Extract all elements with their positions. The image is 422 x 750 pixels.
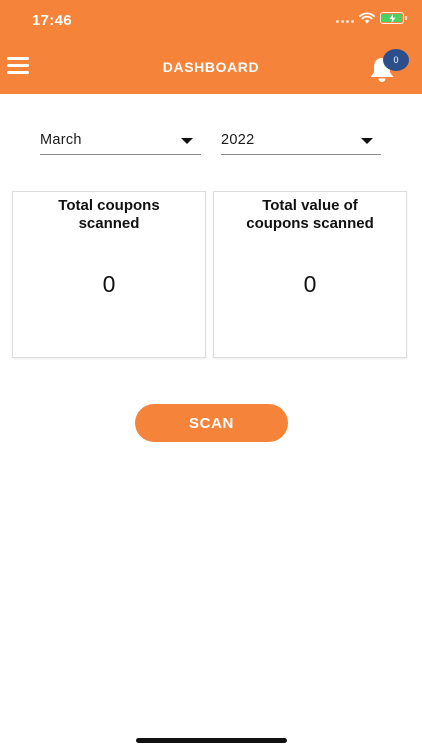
card-value: 0 (303, 271, 317, 297)
status-time: 17:46 (32, 12, 72, 29)
card-value: 0 (102, 271, 116, 297)
status-icons (336, 12, 407, 24)
year-select-value: 2022 (221, 132, 255, 148)
app-header: 17:46 DASHBOARD 0 (0, 0, 422, 94)
month-select-value: March (40, 132, 82, 148)
total-coupons-card: Total coupons scanned 0 (12, 191, 206, 358)
wifi-icon (359, 12, 375, 24)
chevron-down-icon (181, 138, 193, 144)
card-title: Total value of coupons scanned (246, 197, 374, 232)
card-title: Total coupons scanned (58, 197, 160, 232)
notification-badge[interactable]: 0 (383, 49, 409, 71)
scan-button[interactable]: SCAN (135, 404, 288, 442)
total-value-card: Total value of coupons scanned 0 (213, 191, 407, 358)
page-title: DASHBOARD (162, 59, 260, 75)
cellular-signal-icon (336, 13, 354, 23)
home-indicator[interactable] (136, 738, 287, 743)
chevron-down-icon (361, 138, 373, 144)
month-select[interactable]: March (40, 128, 201, 155)
battery-charging-icon (380, 12, 407, 24)
year-select[interactable]: 2022 (221, 128, 381, 155)
